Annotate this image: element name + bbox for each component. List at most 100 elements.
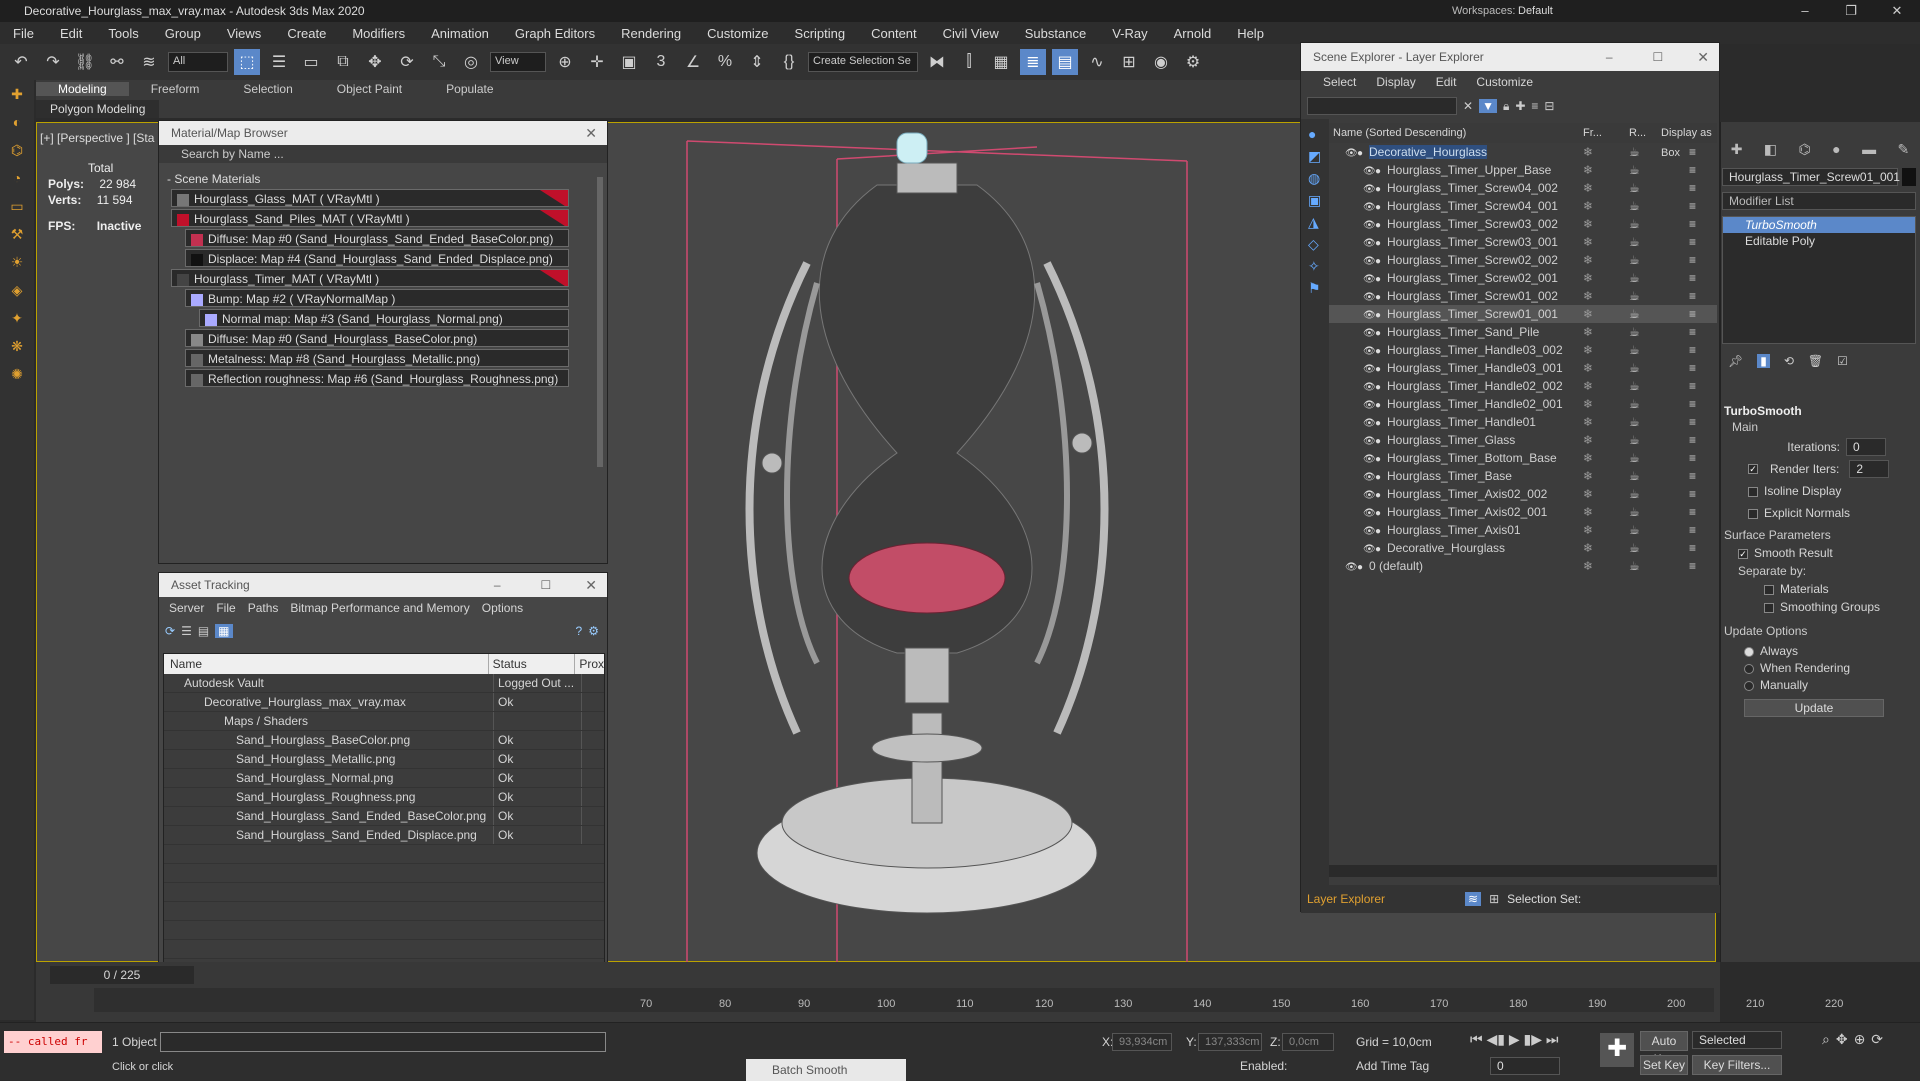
explorer-type-dropdown[interactable]: Layer Explorer (1307, 892, 1457, 906)
material-item[interactable]: Hourglass_Sand_Piles_MAT ( VRayMtl ) (171, 209, 569, 227)
scene-materials-group[interactable]: - Scene Materials (159, 169, 607, 189)
scale-icon[interactable]: ⤡ (426, 49, 452, 75)
explorer-menu-item[interactable]: Display (1366, 75, 1425, 89)
display-box-icon[interactable]: ≡ (1689, 413, 1696, 431)
move-icon[interactable]: ✥ (362, 49, 388, 75)
render-icon[interactable]: ☕︎ (1629, 503, 1640, 521)
material-item[interactable]: Metalness: Map #8 (Sand_Hourglass_Metall… (185, 349, 569, 367)
render-icon[interactable]: ☕︎ (1629, 359, 1640, 377)
display-box-icon[interactable]: ≡ (1689, 161, 1696, 179)
display-box-icon[interactable]: ≡ (1689, 377, 1696, 395)
when-rendering-radio[interactable] (1744, 663, 1754, 674)
display-box-icon[interactable]: ≡ (1689, 503, 1696, 521)
render-icon[interactable]: ☕︎ (1629, 305, 1640, 323)
layer-item[interactable]: 👁︎● 0 (default) ❄ ☕︎ ≡ (1329, 557, 1717, 575)
freeze-icon[interactable]: ❄ (1583, 233, 1593, 251)
render-icon[interactable]: ☕︎ (1629, 233, 1640, 251)
filter-icon[interactable]: ▼ (1479, 99, 1497, 113)
display-box-icon[interactable]: ≡ (1689, 323, 1696, 341)
menu-item[interactable]: Group (152, 26, 214, 41)
render-icon[interactable]: ☕︎ (1629, 341, 1640, 359)
display-box-icon[interactable]: ≡ (1689, 269, 1696, 287)
menu-item[interactable]: Arnold (1161, 26, 1225, 41)
freeze-icon[interactable]: ❄ (1583, 395, 1593, 413)
camera-icon[interactable]: ◈ (6, 282, 28, 304)
freeze-icon[interactable]: ❄ (1583, 431, 1593, 449)
display-box-icon[interactable]: ≡ (1689, 485, 1696, 503)
layer-item[interactable]: 👁︎● Hourglass_Timer_Bottom_Base ❄ ☕︎ ≡ (1329, 449, 1717, 467)
render-icon[interactable]: ☕︎ (1629, 161, 1640, 179)
settings-icon[interactable]: ⚙ (588, 624, 599, 638)
menu-item[interactable]: Tools (95, 26, 151, 41)
render-icon[interactable]: ☕︎ (1629, 467, 1640, 485)
display-box-icon[interactable]: ≡ (1689, 557, 1696, 575)
menu-item[interactable]: Customize (694, 26, 781, 41)
asset-menu-item[interactable]: File (210, 601, 241, 615)
layer-item[interactable]: 👁︎● Hourglass_Timer_Handle03_001 ❄ ☕︎ ≡ (1329, 359, 1717, 377)
key-set-dropdown[interactable]: Selected (1692, 1031, 1782, 1049)
percent-snap-icon[interactable]: % (712, 49, 738, 75)
bind-spacewarp-icon[interactable]: ≋ (136, 49, 162, 75)
explorer-menu-item[interactable]: Customize (1466, 75, 1543, 89)
material-item[interactable]: Diffuse: Map #0 (Sand_Hourglass_Sand_End… (185, 229, 569, 247)
object-color-swatch[interactable] (1902, 168, 1916, 186)
display-box-icon[interactable]: ≡ (1689, 467, 1696, 485)
workspace-dropdown[interactable]: Default (1518, 5, 1553, 17)
menu-item[interactable]: Scripting (782, 26, 859, 41)
menu-item[interactable]: Rendering (608, 26, 694, 41)
render-icon[interactable]: ☕︎ (1629, 431, 1640, 449)
close-icon[interactable]: ✕ (585, 577, 597, 594)
display-box-icon[interactable]: ≡ (1689, 179, 1696, 197)
col-name[interactable]: Name (164, 654, 489, 674)
schematic-view-icon[interactable]: ⊞ (1116, 49, 1142, 75)
minimize-icon[interactable]: – (1782, 0, 1828, 22)
modify-icon[interactable]: ◐ (6, 114, 28, 136)
asset-row[interactable]: Sand_Hourglass_Roughness.png Ok (164, 788, 604, 807)
layer-item[interactable]: 👁︎● Hourglass_Timer_Screw01_001 ❄ ☕︎ ≡ (1329, 305, 1717, 323)
current-frame-field[interactable]: 0 (1490, 1057, 1560, 1075)
layer-item[interactable]: 👁︎● Hourglass_Timer_Screw04_002 ❄ ☕︎ ≡ (1329, 179, 1717, 197)
minimize-icon[interactable]: – (1606, 50, 1613, 64)
freeze-icon[interactable]: ❄ (1583, 377, 1593, 395)
display-box-icon[interactable]: ≡ (1689, 143, 1696, 161)
material-editor-icon[interactable]: ◉ (1148, 49, 1174, 75)
layer-item[interactable]: 👁︎● Hourglass_Timer_Handle01 ❄ ☕︎ ≡ (1329, 413, 1717, 431)
display-box-icon[interactable]: ≡ (1689, 215, 1696, 233)
x-coordinate-field[interactable]: 93,934cm (1112, 1033, 1172, 1051)
display-tab-icon[interactable]: ▬ (1862, 141, 1876, 157)
freeze-icon[interactable]: ❄ (1583, 485, 1593, 503)
display-box-icon[interactable]: ≡ (1689, 197, 1696, 215)
asset-menu-item[interactable]: Bitmap Performance and Memory (284, 601, 475, 615)
display-box-icon[interactable]: ≡ (1689, 305, 1696, 323)
freeze-icon[interactable]: ❄ (1583, 323, 1593, 341)
link-icon[interactable]: ⛓ (72, 49, 98, 75)
explicit-normals-checkbox[interactable] (1748, 508, 1758, 519)
asset-menu-item[interactable]: Options (476, 601, 529, 615)
set-key-button[interactable]: Set Key (1640, 1055, 1688, 1075)
render-icon[interactable]: ☕︎ (1629, 215, 1640, 233)
asset-row[interactable]: Sand_Hourglass_Sand_Ended_Displace.png Ok (164, 826, 604, 845)
spacewarp-icon[interactable]: ❋ (6, 338, 28, 360)
viewport-label[interactable]: [+] [Perspective ] [Sta (40, 131, 154, 145)
render-setup-icon[interactable]: ⚙ (1180, 49, 1206, 75)
key-filters-button[interactable]: Key Filters... (1692, 1055, 1782, 1075)
freeze-icon[interactable]: ❄ (1583, 215, 1593, 233)
menu-item[interactable]: Create (274, 26, 339, 41)
smooth-result-checkbox[interactable]: ✓ (1738, 548, 1748, 559)
freeze-icon[interactable]: ❄ (1583, 305, 1593, 323)
freeze-icon[interactable]: ❄ (1583, 197, 1593, 215)
layer-item[interactable]: 👁︎● Hourglass_Timer_Screw03_001 ❄ ☕︎ ≡ (1329, 233, 1717, 251)
utilities-icon[interactable]: ⚒ (6, 226, 28, 248)
layer-item[interactable]: 👁︎● Hourglass_Timer_Screw03_002 ❄ ☕︎ ≡ (1329, 215, 1717, 233)
show-end-result-icon[interactable]: ▮ (1757, 354, 1770, 368)
material-item[interactable]: Bump: Map #2 ( VRayNormalMap ) (185, 289, 569, 307)
undo-icon[interactable]: ↶ (8, 49, 34, 75)
auto-key-icon[interactable]: ✚ (1600, 1033, 1634, 1067)
layer-item[interactable]: 👁︎● Decorative_Hourglass ❄ ☕︎ ≡ (1329, 143, 1717, 161)
pin-stack-icon[interactable]: 📌︎ (1728, 354, 1743, 368)
curve-editor-icon[interactable]: ∿ (1084, 49, 1110, 75)
render-icon[interactable]: ☕︎ (1629, 251, 1640, 269)
auto-key-button[interactable]: Auto Key (1640, 1031, 1688, 1066)
explorer-menu-item[interactable]: Select (1313, 75, 1366, 89)
z-coordinate-field[interactable]: 0,0cm (1282, 1033, 1334, 1051)
